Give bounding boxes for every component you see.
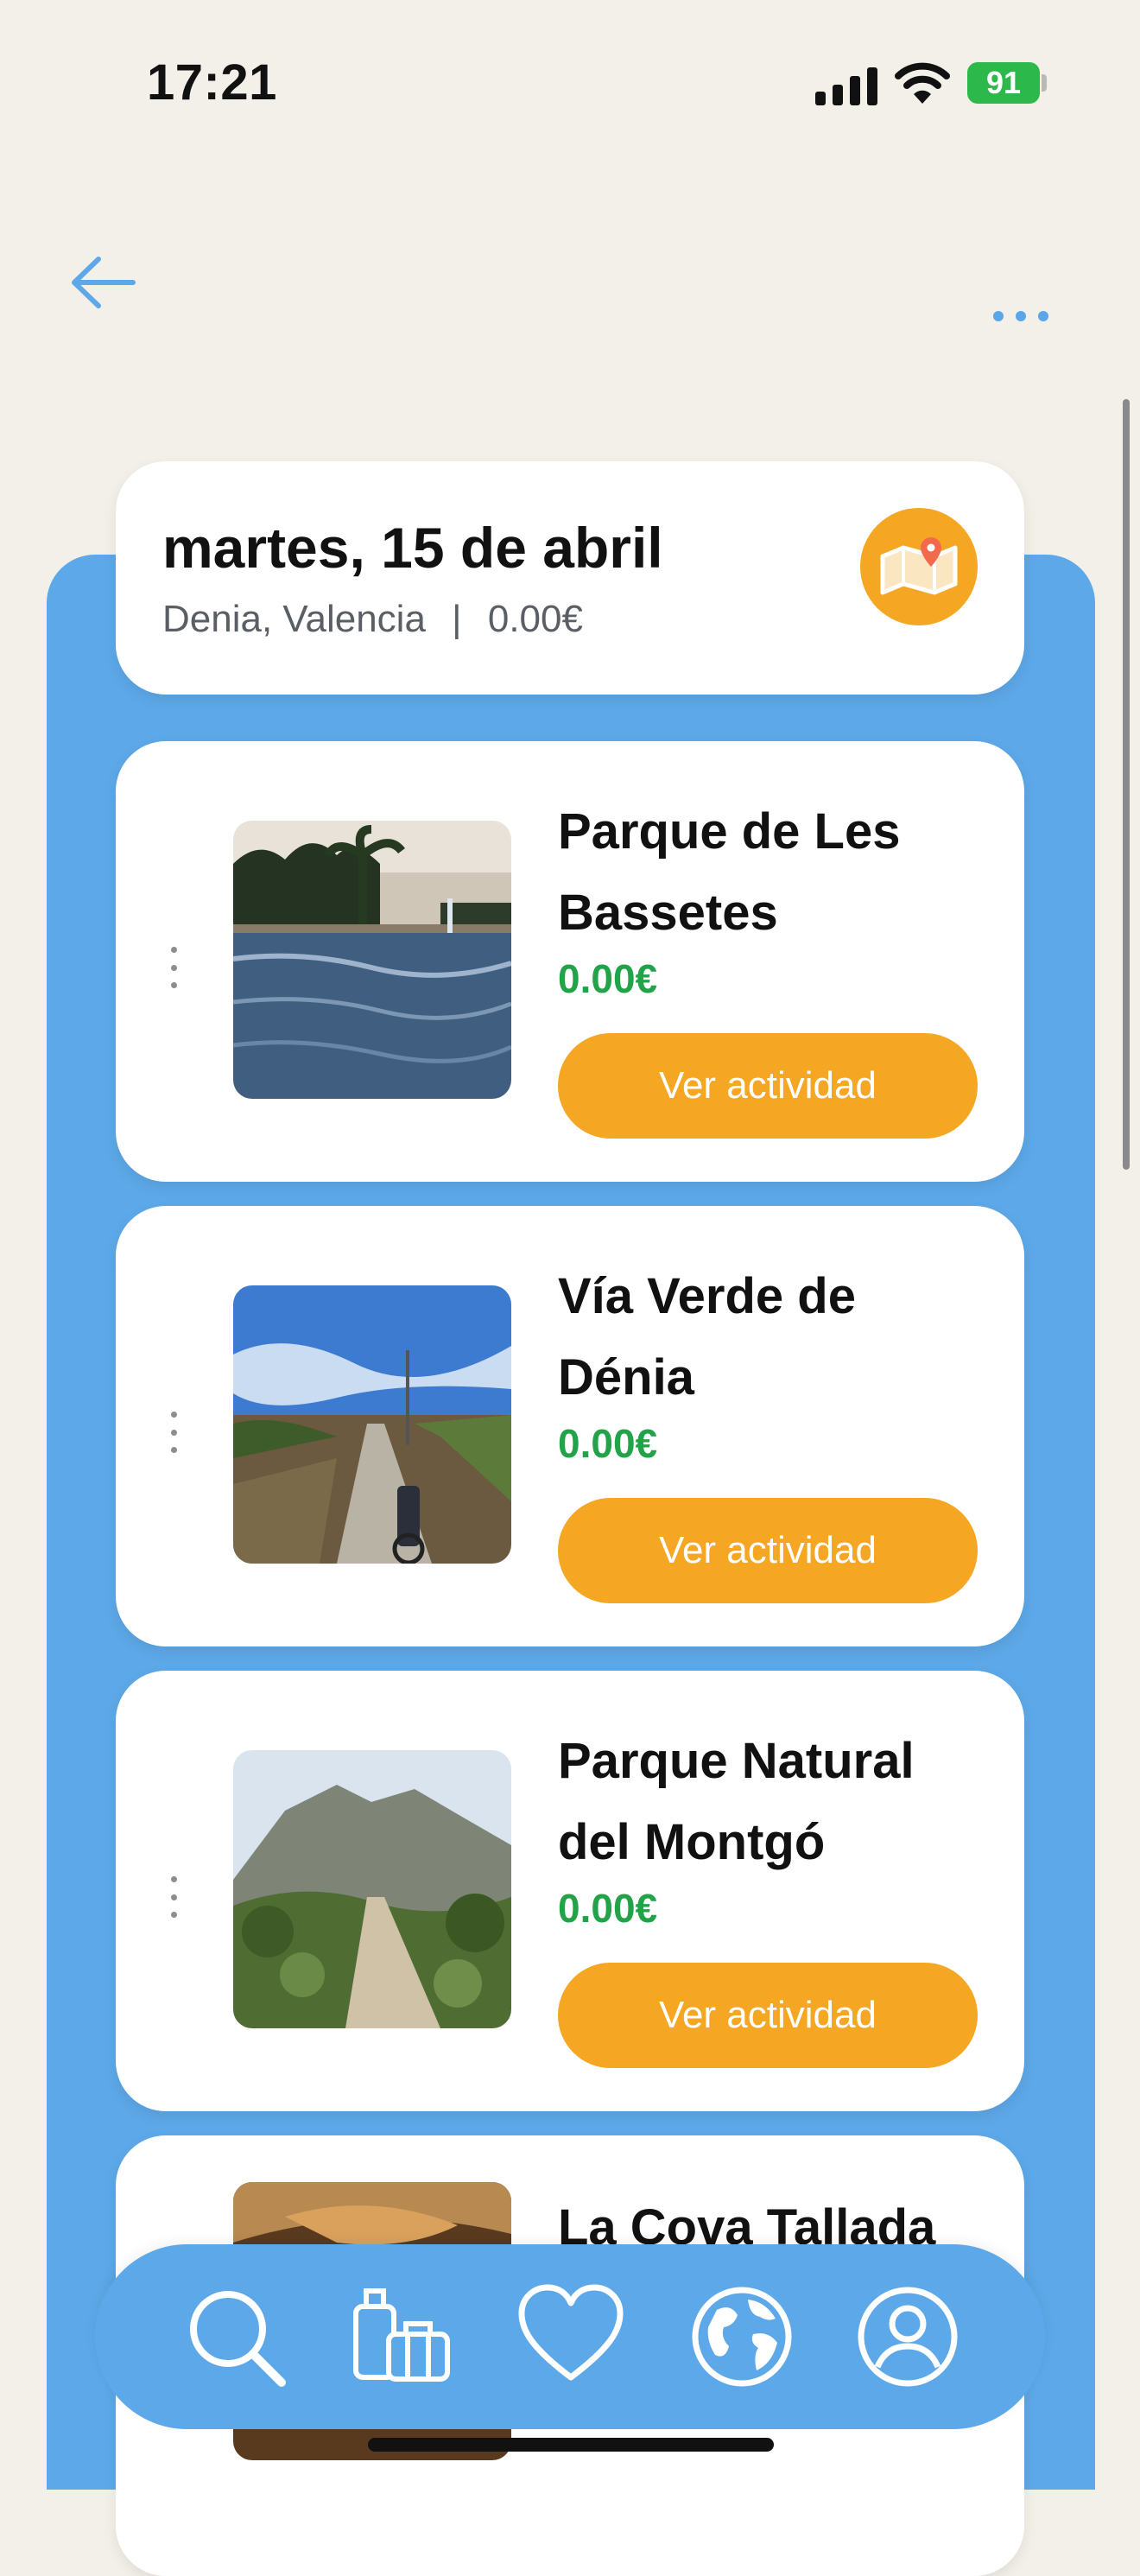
activity-price: 0.00€ — [558, 1421, 658, 1466]
day-header-card: martes, 15 de abril Denia, Valencia | 0.… — [116, 461, 1024, 695]
day-location: Denia, Valencia — [162, 598, 426, 640]
luggage-icon[interactable] — [345, 2281, 458, 2393]
battery-indicator: 91 — [967, 62, 1040, 104]
drag-handle-icon[interactable] — [171, 947, 178, 988]
wifi-icon — [895, 62, 950, 104]
more-dot-icon — [1038, 311, 1048, 321]
view-activity-button[interactable]: Ver actividad — [558, 1963, 978, 2068]
subtitle-separator: | — [452, 598, 462, 640]
activity-card[interactable]: Parque de Les Bassetes 0.00€ Ver activid… — [116, 741, 1024, 1182]
cellular-signal-icon — [815, 66, 877, 105]
day-total: 0.00€ — [487, 598, 583, 640]
activity-price: 0.00€ — [558, 1886, 658, 1931]
activity-price: 0.00€ — [558, 956, 658, 1001]
battery-tip — [1042, 74, 1047, 92]
map-icon — [880, 537, 958, 595]
activity-image — [233, 1285, 511, 1564]
more-options-button[interactable] — [993, 304, 1066, 328]
activity-card[interactable]: Parque Natural del Montgó 0.00€ Ver acti… — [116, 1671, 1024, 2111]
day-title: martes, 15 de abril — [162, 516, 663, 580]
activity-card[interactable]: Vía Verde de Dénia 0.00€ Ver actividad — [116, 1206, 1024, 1646]
bottom-navigation — [95, 2244, 1045, 2429]
more-dot-icon — [993, 311, 1004, 321]
profile-icon[interactable] — [852, 2281, 964, 2393]
view-activity-button[interactable]: Ver actividad — [558, 1033, 978, 1139]
status-time: 17:21 — [147, 54, 277, 111]
view-activity-button[interactable]: Ver actividad — [558, 1498, 978, 1603]
activity-image — [233, 1750, 511, 2028]
drag-handle-icon[interactable] — [171, 1876, 178, 1918]
activity-name: Vía Verde de Dénia — [558, 1268, 856, 1405]
more-dot-icon — [1016, 311, 1026, 321]
search-icon[interactable] — [180, 2281, 292, 2393]
map-button[interactable] — [860, 508, 978, 625]
activity-name: Parque de Les Bassetes — [558, 803, 901, 941]
drag-handle-icon[interactable] — [171, 1412, 178, 1453]
back-arrow-icon[interactable] — [69, 252, 138, 313]
day-subtitle: Denia, Valencia | 0.00€ — [162, 598, 583, 641]
globe-icon[interactable] — [686, 2281, 798, 2393]
home-indicator — [368, 2438, 774, 2452]
heart-icon[interactable] — [515, 2281, 627, 2393]
activity-image — [233, 821, 511, 1099]
scrollbar[interactable] — [1123, 399, 1130, 1170]
activity-name: Parque Natural del Montgó — [558, 1733, 915, 1870]
